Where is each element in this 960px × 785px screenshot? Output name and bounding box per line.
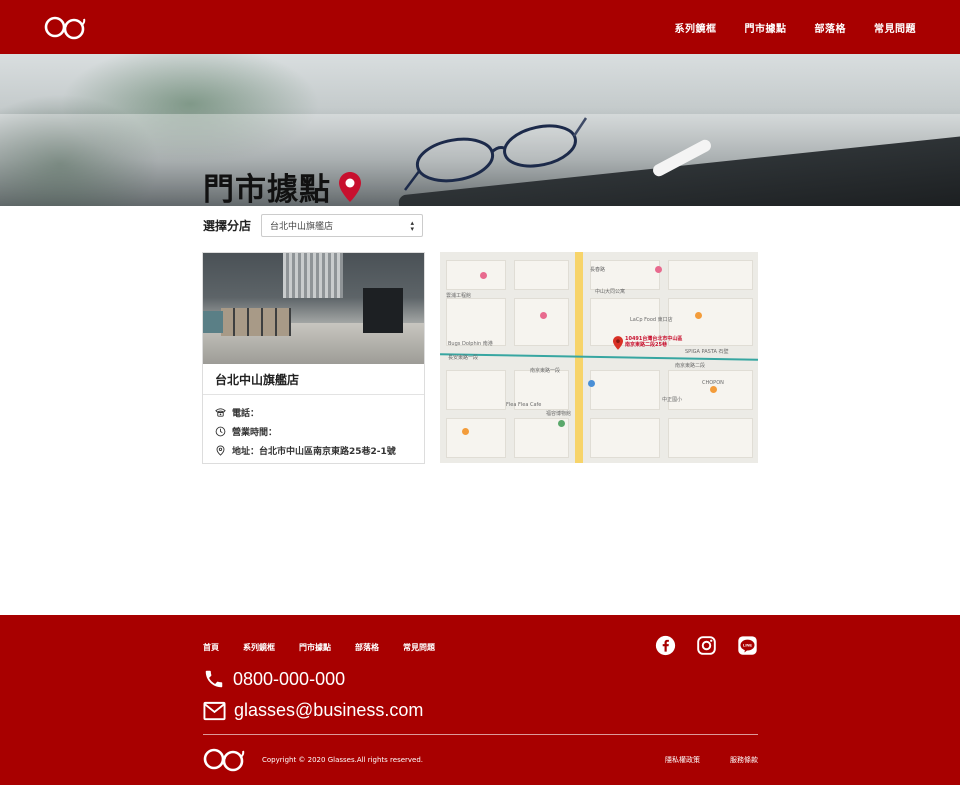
footer-email[interactable]: glasses@business.com: [203, 700, 423, 721]
store-photo-ceiling: [283, 253, 343, 298]
nav-item-blog[interactable]: 部落格: [815, 20, 847, 35]
branch-selector: 選擇分店 台北中山旗艦店 ▴ ▾: [203, 214, 424, 237]
map-label: Bugs Dolphin 南港: [448, 341, 493, 347]
map-poi-icon: [695, 312, 702, 319]
footer-nav: 首頁 系列鏡框 門市據點 部落格 常見問題: [203, 642, 435, 653]
social-links: LINE: [655, 635, 758, 656]
branch-selector-label: 選擇分店: [203, 219, 252, 233]
map-block: [514, 298, 569, 346]
store-address-row: 地址：台北市中山區南京東路25巷2-1號: [215, 441, 412, 460]
instagram-icon[interactable]: [696, 635, 717, 656]
map-label: 南京東路一段: [530, 368, 561, 374]
svg-text:LINE: LINE: [743, 643, 752, 648]
map-label: 福容博物館: [546, 411, 572, 417]
store-name: 台北中山旗艦店: [203, 364, 424, 395]
map-block: [446, 370, 506, 410]
footer-legal-links: 隱私權政策 服務條款: [665, 755, 758, 765]
glasses-logo-icon[interactable]: [44, 13, 86, 41]
store-hours-row: 營業時間：: [215, 422, 412, 441]
footer-email-address: glasses@business.com: [234, 700, 424, 720]
clock-icon: [215, 426, 226, 437]
footer-nav-home[interactable]: 首頁: [203, 642, 219, 653]
footer-divider: [203, 734, 758, 735]
copyright-text: Copyright © 2020 Glasses.All rights rese…: [262, 756, 424, 764]
page-title: 門市據點: [203, 164, 361, 206]
footer-nav-stores[interactable]: 門市據點: [299, 642, 331, 653]
hero-banner: 門市據點: [0, 54, 960, 206]
map-block: [668, 260, 753, 290]
footer-nav-faq[interactable]: 常見問題: [403, 642, 435, 653]
store-info: 電話： 營業時間： 地址：台北市中山區南京東路25巷2-1號: [203, 395, 424, 468]
store-phone-label: 電話：: [232, 409, 260, 419]
facebook-icon[interactable]: [655, 635, 676, 656]
main-nav: 系列鏡框 門市據點 部落格 常見問題: [675, 0, 917, 54]
footer-nav-frames[interactable]: 系列鏡框: [243, 642, 275, 653]
footer: 首頁 系列鏡框 門市據點 部落格 常見問題 LINE 0800-000-000 …: [0, 615, 960, 785]
location-pin-icon: [215, 445, 226, 456]
footer-phone-number: 0800-000-000: [233, 668, 346, 689]
footer-nav-blog[interactable]: 部落格: [355, 642, 379, 653]
map-pin-icon: [339, 171, 361, 202]
map-label: Flea Flea Cafe: [506, 402, 542, 408]
store-address: 地址：台北市中山區南京東路25巷2-1號: [232, 447, 396, 457]
footer-phone[interactable]: 0800-000-000: [203, 668, 345, 690]
map-label: LaCp Food 東口店: [630, 317, 673, 323]
map-block: [590, 260, 660, 290]
store-photo-bench: [203, 311, 223, 333]
mail-icon: [203, 701, 226, 720]
nav-item-stores[interactable]: 門市據點: [745, 20, 787, 35]
store-card: 台北中山旗艦店 電話： 營業時間： 地址：台北市中山區南京東路25巷2-1號: [202, 252, 425, 464]
store-photo-shelf: [221, 308, 291, 336]
telephone-icon: [215, 407, 226, 418]
map-pin-label: 10491台灣台北市中山區南京東路二段25巷: [625, 336, 683, 348]
map-poi-icon: [710, 386, 717, 393]
store-hours-label: 營業時間：: [232, 428, 278, 438]
line-icon[interactable]: LINE: [737, 635, 758, 656]
store-map[interactable]: 長春路 中山大同公寓 LaCp Food 東口店 南京東路二段 SPIGA PA…: [440, 252, 758, 463]
map-block: [668, 418, 753, 458]
map-block: [446, 298, 506, 346]
nav-item-faq[interactable]: 常見問題: [874, 20, 916, 35]
store-phone-row: 電話：: [215, 403, 412, 422]
map-poi-icon: [558, 420, 565, 427]
map-block: [590, 418, 660, 458]
terms-of-service-link[interactable]: 服務條款: [730, 755, 758, 765]
top-navbar: 系列鏡框 門市據點 部落格 常見問題: [0, 0, 960, 54]
map-poi-icon: [655, 266, 662, 273]
footer-glasses-logo-icon[interactable]: [203, 745, 245, 773]
hero-glasses-image: [404, 117, 588, 191]
map-label: SPIGA PASTA 石壁: [685, 349, 729, 355]
map-poi-icon: [588, 380, 595, 387]
branch-select[interactable]: 台北中山旗艦店 ▴ ▾: [261, 214, 424, 237]
privacy-policy-link[interactable]: 隱私權政策: [665, 755, 700, 765]
map-label: CHOPON: [702, 380, 724, 386]
map-label: 長春路: [590, 267, 606, 273]
map-label: 中山大同公寓: [595, 289, 626, 295]
page-title-text: 門市據點: [203, 172, 331, 206]
map-poi-icon: [480, 272, 487, 279]
map-block: [514, 260, 569, 290]
map-label: 長安東路一段: [448, 355, 479, 361]
store-photo: [203, 253, 424, 364]
map-label: 中正國小: [662, 397, 683, 403]
map-block: [590, 370, 660, 410]
map-poi-icon: [540, 312, 547, 319]
select-arrows-icon: ▴ ▾: [410, 218, 415, 233]
store-photo-cabinet: [363, 288, 403, 333]
map-location-marker-icon: [613, 336, 623, 350]
phone-icon: [205, 670, 223, 688]
map-block: [446, 418, 506, 458]
map-label: 雲浦工程館: [446, 293, 472, 299]
map-block: [446, 260, 506, 290]
branch-select-value: 台北中山旗艦店: [270, 222, 334, 232]
map-poi-icon: [462, 428, 469, 435]
nav-item-frames[interactable]: 系列鏡框: [675, 20, 717, 35]
map-label: 南京東路二段: [675, 363, 706, 369]
